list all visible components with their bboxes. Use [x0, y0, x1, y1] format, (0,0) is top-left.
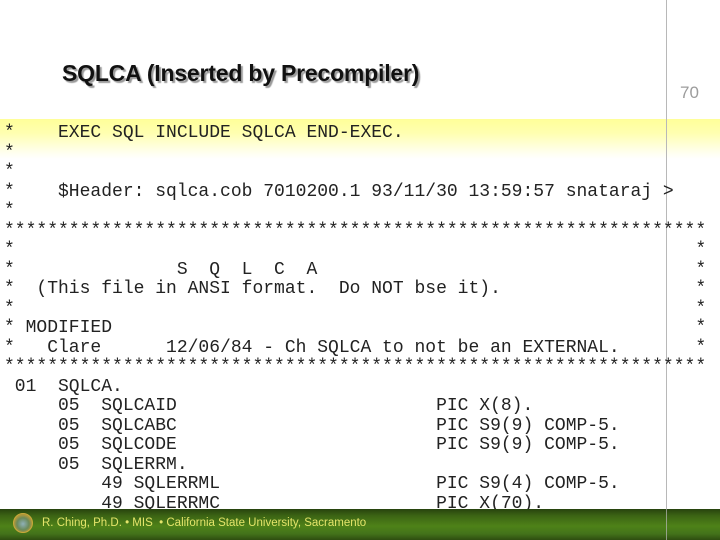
code-line: * (This file in ANSI format. Do NOT bse …: [4, 279, 707, 299]
footer-divider-line: [666, 509, 667, 540]
code-line: 49 SQLERRML PIC S9(4) COMP-5.: [4, 474, 620, 494]
cobol-code-listing: * EXEC SQL INCLUDE SQLCA END-EXEC. * * * $H…: [4, 123, 707, 514]
university-seal-icon: [13, 513, 33, 533]
page-number: 70: [680, 83, 699, 102]
slide-title: SQLCA (Inserted by Precompiler): [62, 60, 420, 86]
code-line: ****************************************…: [4, 220, 707, 241]
code-line: * *: [4, 240, 707, 260]
code-line: *: [4, 162, 15, 182]
code-line: 01 SQLCA.: [4, 376, 123, 397]
code-line: * $Header: sqlca.cob 7010200.1 93/11/30 …: [4, 181, 674, 202]
code-line: * EXEC SQL INCLUDE SQLCA END-EXEC.: [4, 123, 404, 143]
code-line: * S Q L C A *: [4, 259, 707, 280]
code-line: *: [4, 201, 15, 221]
code-line: *: [4, 142, 15, 163]
code-line: 05 SQLERRM.: [4, 454, 188, 475]
code-line: 05 SQLCODE PIC S9(9) COMP-5.: [4, 435, 620, 455]
slide: SQLCA (Inserted by Precompiler) 70 * EXE…: [0, 0, 720, 540]
code-line: ****************************************…: [4, 357, 707, 377]
code-line: 05 SQLCAID PIC X(8).: [4, 396, 534, 416]
code-line: * *: [4, 298, 707, 319]
code-line: * Clare 12/06/84 - Ch SQLCA to not be an…: [4, 337, 707, 358]
code-line: * MODIFIED *: [4, 318, 707, 338]
footer-credit-text: R. Ching, Ph.D. • MIS • California State…: [42, 517, 367, 529]
code-line: 05 SQLCABC PIC S9(9) COMP-5.: [4, 415, 620, 436]
